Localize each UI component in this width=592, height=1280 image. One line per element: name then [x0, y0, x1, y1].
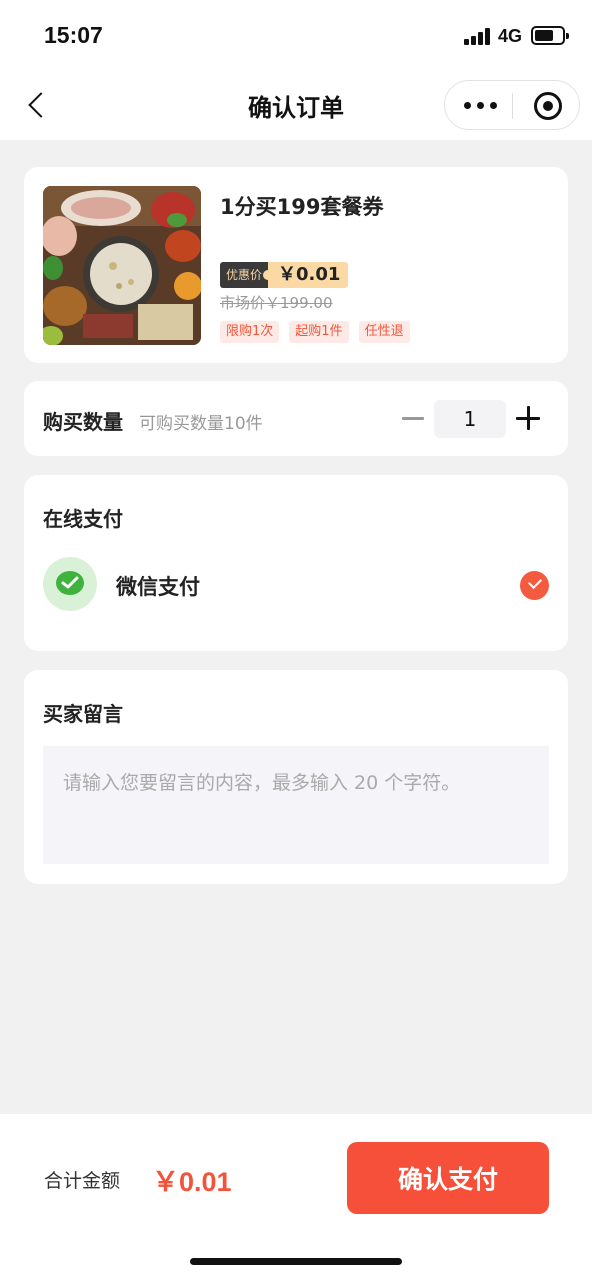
payment-card: 在线支付 微信支付: [24, 475, 568, 651]
quantity-label: 购买数量: [43, 410, 123, 434]
confirm-pay-button[interactable]: 确认支付: [347, 1142, 549, 1214]
product-tag: 限购1次: [220, 321, 280, 343]
total-label: 合计金额: [44, 1170, 121, 1192]
price-row: 优惠价 ￥0.01: [220, 262, 349, 288]
quantity-hint: 可购买数量10件: [139, 414, 263, 434]
nav-bar: 确认订单: [0, 70, 592, 140]
product-tag: 起购1件: [289, 321, 349, 343]
mini-program-capsule: [444, 80, 580, 130]
checkmark-icon[interactable]: [520, 571, 549, 600]
bottom-bar: 合计金额 ￥0.01 确认支付: [0, 1114, 592, 1280]
product-tag: 任性退: [358, 321, 410, 343]
buyer-message-card: 买家留言: [24, 670, 568, 884]
status-time: 15:07: [44, 22, 103, 48]
product-name: 1分买199套餐券: [220, 195, 384, 219]
discount-price: ￥0.01: [262, 262, 349, 288]
battery-icon: [531, 26, 569, 45]
wechat-pay-label[interactable]: 微信支付: [116, 571, 200, 601]
plus-icon[interactable]: [516, 401, 540, 435]
total-amount: ￥0.01: [152, 1167, 232, 1197]
more-icon[interactable]: [457, 89, 503, 121]
message-input[interactable]: [43, 746, 549, 864]
network-label: 4G: [498, 26, 523, 46]
battery-level: [535, 30, 553, 41]
capsule-divider: [512, 93, 513, 119]
market-price: 市场价￥199.00: [220, 294, 333, 312]
home-indicator: [190, 1258, 402, 1265]
close-circle-icon[interactable]: [534, 92, 562, 120]
wechat-pay-icon: [43, 557, 97, 611]
product-image: [43, 186, 201, 345]
product-card: 1分买199套餐券 优惠价 ￥0.01 市场价￥199.00 限购1次 起购1件…: [24, 167, 568, 363]
quantity-card: 购买数量 可购买数量10件 1: [24, 381, 568, 456]
discount-price-tag: 优惠价: [220, 262, 268, 288]
message-section-title: 买家留言: [43, 702, 123, 726]
payment-section-title: 在线支付: [43, 507, 123, 531]
signal-icon: [464, 28, 492, 45]
minus-icon[interactable]: [402, 401, 426, 435]
product-tags: 限购1次 起购1件 任性退: [220, 321, 410, 343]
status-bar: 15:07 4G: [0, 0, 592, 70]
quantity-input[interactable]: 1: [434, 400, 506, 438]
